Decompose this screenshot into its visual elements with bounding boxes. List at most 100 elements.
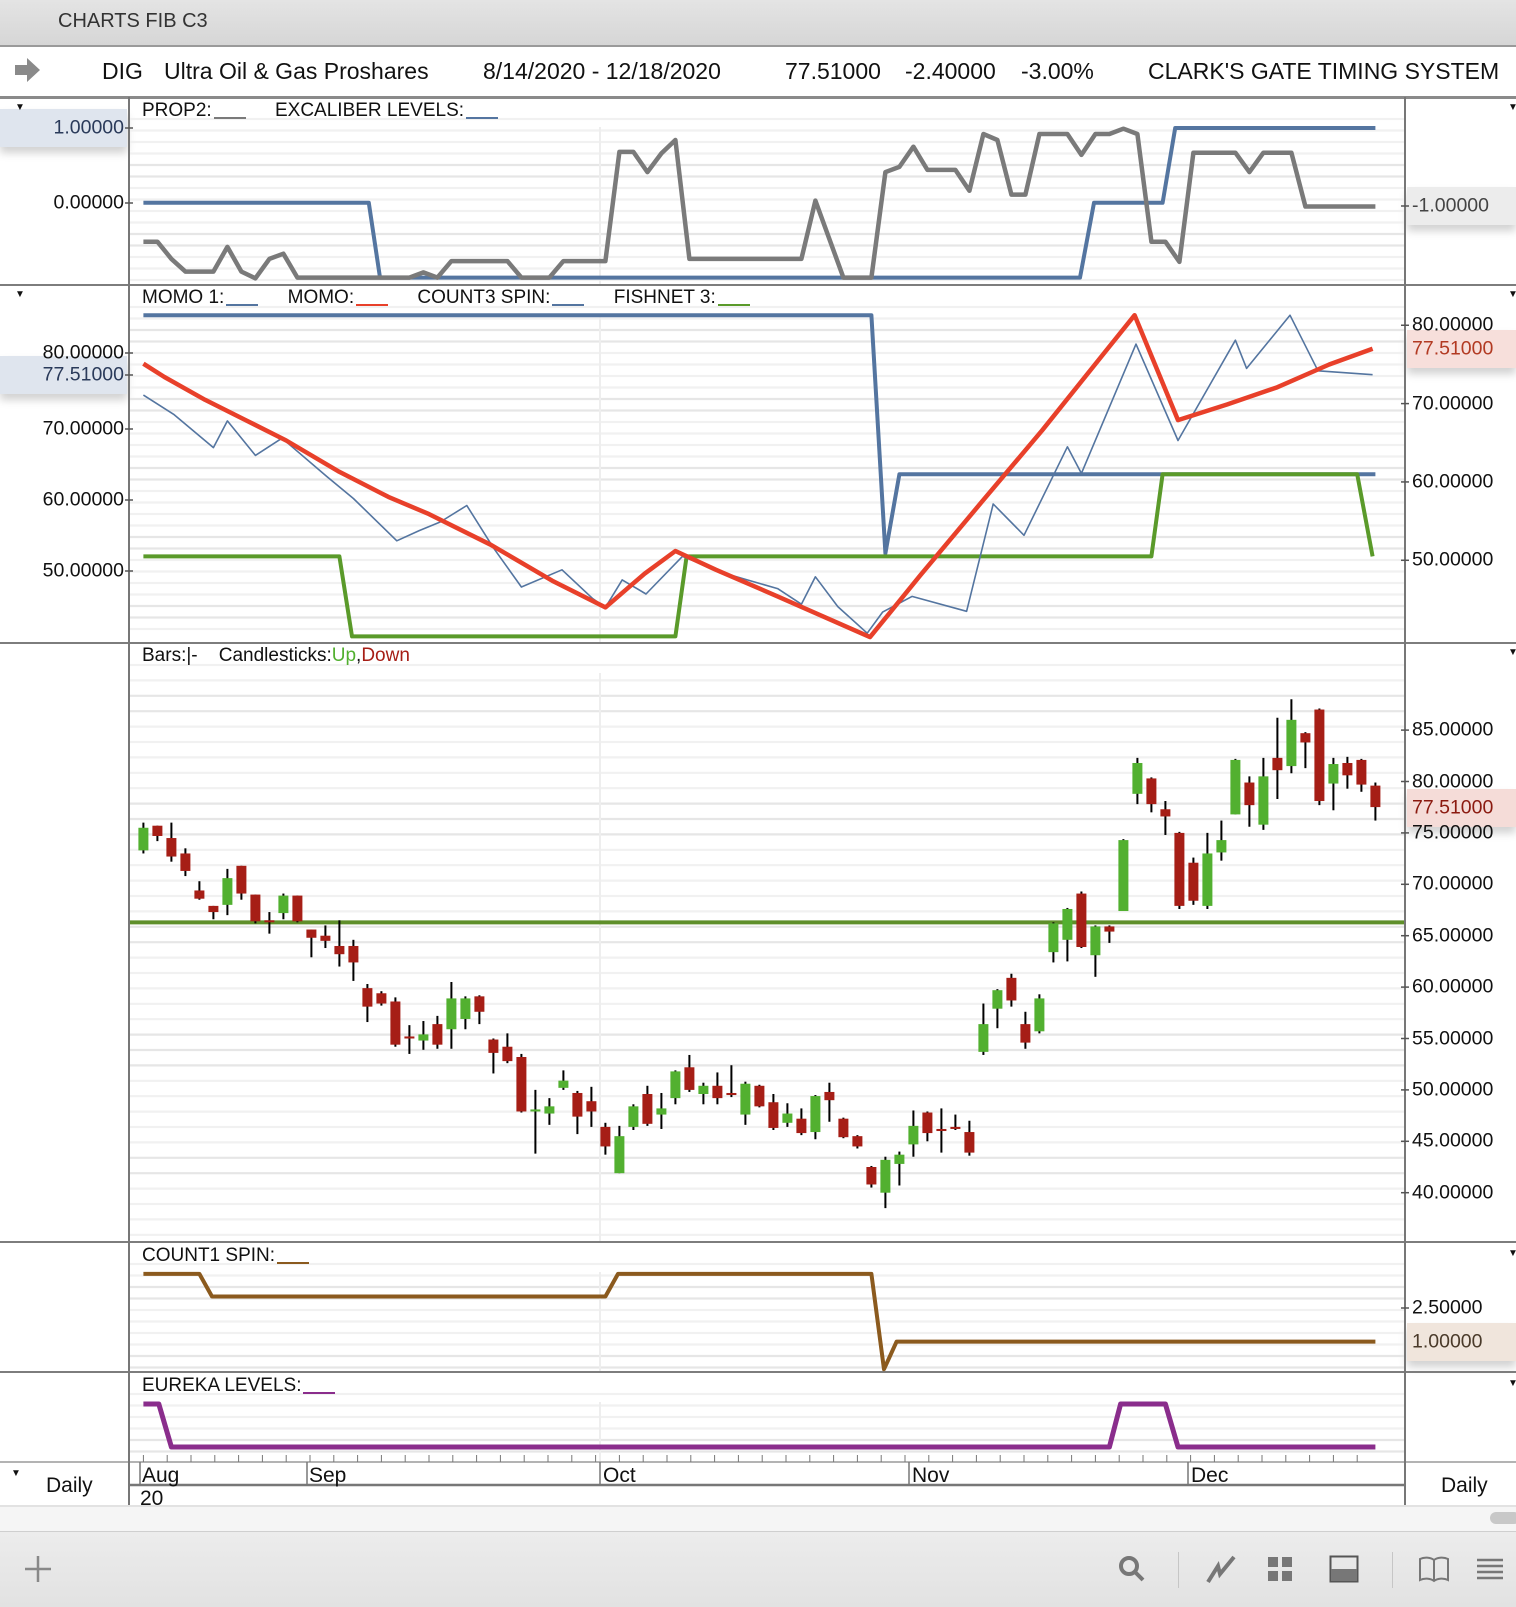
menu-icon[interactable]: [1472, 1551, 1508, 1587]
period-menu-icon[interactable]: ▼: [11, 1468, 21, 1479]
candle-up-body: [558, 1080, 569, 1088]
candle-up-body: [530, 1109, 541, 1112]
candle-down-body: [348, 945, 359, 963]
candle-down-body: [866, 1167, 877, 1185]
candle: [138, 822, 149, 854]
candle-down-body: [320, 935, 331, 941]
book-icon[interactable]: [1416, 1551, 1452, 1587]
price-axis-label: 40.00000: [1412, 1181, 1494, 1204]
legend-swatch: [356, 304, 389, 306]
month-label: Aug: [142, 1464, 180, 1487]
candle: [320, 925, 331, 949]
candle-up-body: [1202, 853, 1213, 906]
candle: [432, 1015, 443, 1049]
candle: [824, 1082, 835, 1122]
candle-up-body: [740, 1083, 751, 1115]
candle-up-body: [782, 1113, 793, 1123]
horizontal-scrollbar[interactable]: [0, 1505, 1516, 1531]
candle-up-body: [656, 1108, 667, 1115]
candle-down-body: [852, 1136, 863, 1147]
panel1-right-menu-icon[interactable]: ▼: [1508, 102, 1516, 113]
candle: [236, 865, 247, 900]
price-axis-label: 45.00000: [1412, 1129, 1494, 1152]
candle: [222, 868, 233, 916]
candle: [908, 1110, 919, 1157]
candle: [838, 1117, 849, 1139]
candle-down-body: [516, 1057, 527, 1112]
candle: [866, 1165, 877, 1188]
candle-up-body: [698, 1085, 709, 1095]
price-axis-label: 55.00000: [1412, 1027, 1494, 1049]
candle-up-body: [810, 1096, 821, 1133]
legend-swatch: [213, 117, 246, 119]
candle: [754, 1084, 765, 1108]
candle-up-body: [670, 1071, 681, 1099]
candle: [348, 939, 359, 981]
candle-down-body: [1342, 762, 1353, 776]
candle: [516, 1053, 527, 1113]
candle-down-body: [712, 1085, 723, 1099]
candle: [1146, 777, 1157, 813]
toolbar-separator: [1392, 1552, 1393, 1588]
candle-up-body: [138, 827, 149, 851]
candle-up-body: [1132, 762, 1143, 794]
month-label: Sep: [309, 1464, 347, 1487]
candle-down-body: [642, 1094, 653, 1124]
panel-layout-icon[interactable]: [1326, 1551, 1362, 1587]
legend-swatch: [552, 304, 585, 306]
candle: [1118, 839, 1129, 912]
candle-up-body: [1258, 776, 1269, 825]
price-axis-label: 70.00000: [1412, 872, 1494, 895]
grid-icon[interactable]: [1262, 1551, 1298, 1587]
add-icon[interactable]: [20, 1551, 56, 1587]
legend-count3-spin: COUNT3 SPIN:: [417, 287, 551, 308]
price-axis-label: 60.00000: [1412, 975, 1494, 998]
candle: [1314, 708, 1325, 806]
period-left[interactable]: Daily: [46, 1474, 93, 1498]
candle-down-body: [502, 1046, 513, 1062]
candle-down-body: [152, 825, 163, 836]
candle: [502, 1033, 513, 1064]
candle: [950, 1114, 961, 1130]
candle: [1272, 717, 1283, 799]
candle-up-body: [460, 998, 471, 1019]
left-axis-label: 77.51000: [42, 363, 124, 386]
candle: [460, 996, 471, 1030]
panel3-right-menu-icon[interactable]: ▼: [1508, 647, 1516, 658]
candle-down-body: [1188, 862, 1199, 901]
candle-down-body: [292, 895, 303, 922]
candle-down-body: [572, 1092, 583, 1117]
candle-up-body: [628, 1106, 639, 1127]
candle: [1076, 891, 1087, 949]
panel2-menu-icon[interactable]: ▼: [15, 289, 25, 300]
candle: [1020, 1011, 1031, 1049]
legend-swatch: [466, 117, 499, 119]
panel5-right-menu-icon[interactable]: ▼: [1508, 1378, 1516, 1389]
scrollbar-thumb[interactable]: [1490, 1512, 1516, 1524]
line-chart-icon[interactable]: [1203, 1551, 1239, 1587]
candle: [1104, 925, 1115, 943]
panel1-menu-icon[interactable]: ▼: [15, 102, 25, 113]
candle-down-body: [964, 1132, 975, 1153]
candle-down-body: [754, 1085, 765, 1107]
candle: [1034, 994, 1045, 1034]
candle-up-body: [614, 1136, 625, 1174]
legend-down: Down: [361, 645, 410, 666]
panel4-right-menu-icon[interactable]: ▼: [1508, 1248, 1516, 1259]
candle-up-body: [1118, 840, 1129, 912]
candle-down-body: [1314, 709, 1325, 802]
candle-down-body: [236, 865, 247, 894]
candle-up-body: [1034, 998, 1045, 1032]
candle: [768, 1094, 779, 1130]
candle-down-body: [838, 1118, 849, 1138]
candle-down-body: [768, 1102, 779, 1128]
candle: [446, 981, 457, 1049]
chart-canvas[interactable]: [0, 0, 1516, 1606]
period-right[interactable]: Daily: [1441, 1474, 1488, 1498]
candle: [894, 1151, 905, 1186]
panel2-right-menu-icon[interactable]: ▼: [1508, 289, 1516, 300]
candle: [376, 991, 387, 1006]
candle-down-body: [1006, 977, 1017, 1001]
search-icon[interactable]: [1114, 1551, 1150, 1587]
right-axis-current-label: 1.00000: [1412, 1330, 1483, 1353]
